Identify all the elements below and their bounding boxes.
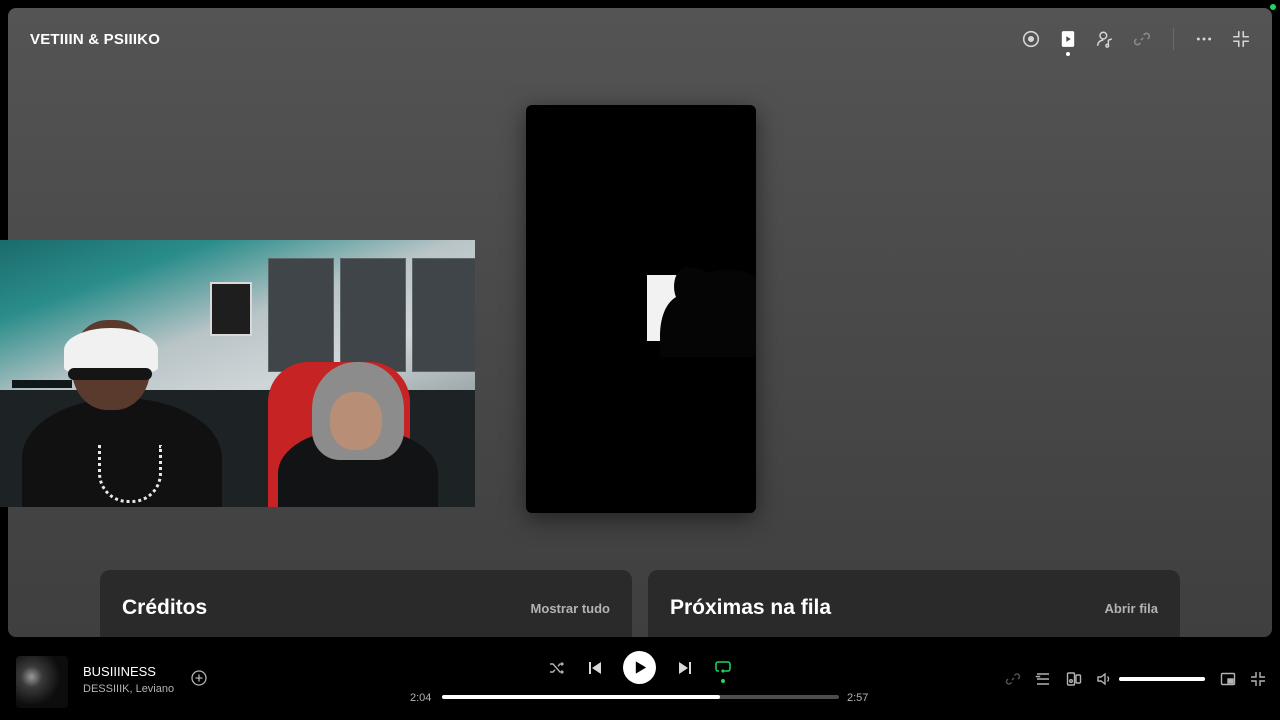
- wall-frame: [210, 282, 252, 336]
- minimize-icon[interactable]: [1228, 26, 1254, 52]
- credits-title: Créditos: [122, 596, 208, 619]
- queue-icon[interactable]: [1034, 670, 1052, 688]
- desk-monitor: [12, 380, 72, 388]
- show-all-link[interactable]: Mostrar tudo: [531, 601, 610, 616]
- repeat-icon[interactable]: [714, 659, 732, 677]
- total-time: 2:57: [847, 692, 869, 704]
- elapsed-time: 2:04: [410, 692, 432, 704]
- add-to-library-icon[interactable]: [191, 670, 207, 686]
- previous-track-icon[interactable]: [586, 659, 604, 677]
- acoustic-panel: [340, 258, 406, 372]
- fullscreen-exit-icon[interactable]: [1249, 670, 1267, 688]
- video-icon[interactable]: [1055, 26, 1081, 56]
- volume-fill: [1119, 677, 1205, 681]
- toolbar-separator: [1173, 28, 1174, 50]
- user-music-icon[interactable]: [1092, 26, 1118, 52]
- webcam-overlay: [0, 240, 475, 507]
- track-title[interactable]: BUSIIINESS: [83, 664, 156, 679]
- disc-icon[interactable]: [1018, 26, 1044, 52]
- more-icon[interactable]: [1191, 26, 1217, 52]
- miniplayer-icon[interactable]: [1219, 670, 1237, 688]
- acoustic-panel: [412, 258, 475, 372]
- acoustic-panel: [268, 258, 334, 372]
- link-icon[interactable]: [1129, 26, 1155, 52]
- volume-slider[interactable]: [1119, 677, 1205, 681]
- person-right-face: [330, 392, 382, 450]
- credits-card: Créditos Mostrar tudo: [100, 570, 632, 637]
- play-button[interactable]: [623, 651, 656, 684]
- now-playing-title: VETIIIN & PSIIIKO: [30, 31, 161, 48]
- now-playing-toolbar: [1007, 26, 1254, 56]
- canvas-silhouette: [660, 267, 756, 357]
- canvas-video: [526, 105, 756, 513]
- queue-card: Próximas na fila Abrir fila: [648, 570, 1180, 637]
- person-left-cap-brim: [68, 368, 152, 380]
- shuffle-icon[interactable]: [548, 659, 566, 677]
- queue-title: Próximas na fila: [670, 596, 832, 619]
- next-track-icon[interactable]: [676, 659, 694, 677]
- status-indicator: [1270, 4, 1276, 10]
- lyrics-link-icon[interactable]: [1004, 670, 1022, 688]
- connect-device-icon[interactable]: [1065, 670, 1083, 688]
- chain-necklace: [98, 445, 162, 503]
- album-cover[interactable]: [16, 656, 68, 708]
- volume-icon[interactable]: [1095, 670, 1113, 688]
- open-queue-link[interactable]: Abrir fila: [1105, 601, 1158, 616]
- progress-bar[interactable]: [442, 695, 839, 699]
- progress-fill: [442, 695, 720, 699]
- person-left-cap: [64, 328, 158, 372]
- repeat-active-dot: [721, 679, 725, 683]
- track-artists[interactable]: DESSIIIK, Leviano: [83, 683, 174, 695]
